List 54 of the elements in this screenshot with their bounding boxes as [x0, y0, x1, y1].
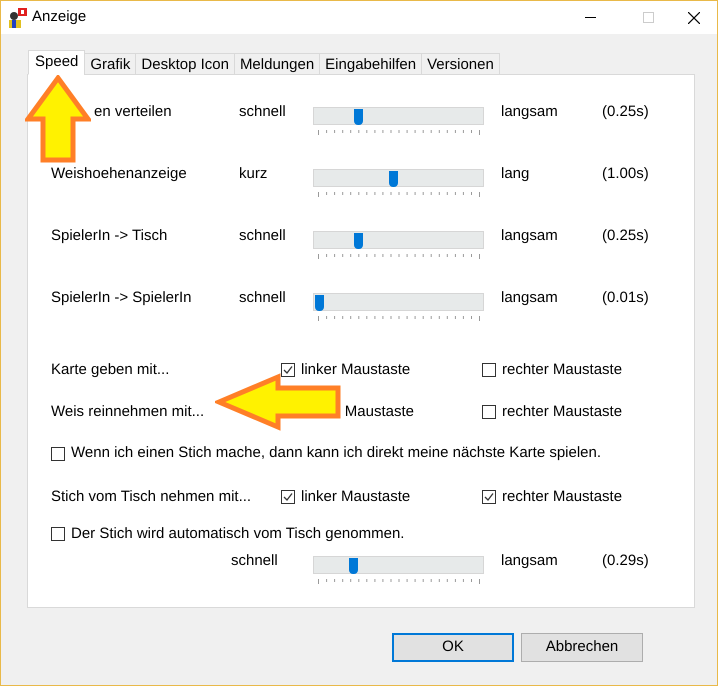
window-title: Anzeige	[32, 7, 86, 28]
setting-label: SpielerIn -> SpielerIn	[51, 288, 192, 308]
setting-label: SpielerIn -> Tisch	[51, 226, 168, 246]
minimize-icon	[584, 17, 596, 18]
slider-min-label: schnell	[239, 288, 286, 308]
setting-label: en verteilen	[94, 102, 172, 122]
option-label: rechter Maustaste	[502, 402, 622, 422]
slider-min-label: schnell	[231, 550, 278, 571]
slider-max-label: langsam	[501, 102, 558, 122]
slider-value: (0.01s)	[602, 288, 649, 308]
slider-min-label: schnell	[239, 102, 286, 122]
checkbox[interactable]	[482, 363, 496, 377]
tab[interactable]: Grafik	[84, 53, 136, 75]
option-label: linker Maustaste	[301, 360, 410, 380]
slider-min-label: schnell	[239, 226, 286, 246]
slider-value: (1.00s)	[602, 164, 649, 184]
setting-label: Stich vom Tisch nehmen mit...	[51, 488, 252, 505]
setting-label: Weis reinnehmen mit...	[51, 402, 204, 420]
slider-max-label: langsam	[501, 550, 558, 571]
checkbox[interactable]	[281, 363, 295, 377]
maximize-icon	[642, 12, 654, 23]
arrow-icon	[215, 373, 342, 431]
tab[interactable]: Eingabehilfen	[319, 53, 422, 75]
checkbox[interactable]	[51, 527, 65, 541]
arrow-icon	[25, 75, 91, 163]
slider-value: (0.25s)	[602, 102, 649, 122]
option-label: Der Stich wird automatisch vom Tisch genommen.	[71, 524, 404, 544]
dialog-button[interactable]: OK	[392, 633, 514, 662]
setting-label: Karte geben mit...	[51, 360, 170, 378]
checkbox[interactable]	[482, 405, 496, 419]
slider-max-label: lang	[501, 164, 530, 184]
dialog-button[interactable]: Abbrechen	[521, 633, 643, 662]
option-label: linker Maustaste	[301, 486, 410, 507]
slider-min-label: kurz	[239, 164, 268, 184]
app-icon	[6, 6, 28, 28]
option-label: rechter Maustaste	[502, 486, 622, 507]
tab[interactable]: Versionen	[421, 53, 500, 75]
option-label: rechter Maustaste	[502, 360, 622, 380]
slider-value: (0.25s)	[602, 226, 649, 246]
close-icon	[688, 12, 700, 24]
tab[interactable]: Speed	[28, 50, 86, 75]
tab[interactable]: Meldungen	[234, 53, 320, 75]
option-label: Maustaste	[344, 402, 414, 422]
checkbox[interactable]	[281, 490, 295, 504]
setting-label: Weishoehenanzeige	[51, 164, 187, 184]
tab[interactable]: Desktop Icon	[135, 53, 235, 75]
checkbox[interactable]	[482, 490, 496, 504]
slider-value: (0.29s)	[602, 550, 649, 571]
slider-thumb[interactable]	[315, 295, 324, 311]
checkbox[interactable]	[51, 446, 65, 460]
slider-thumb[interactable]	[389, 171, 398, 187]
option-label: Wenn ich einen Stich mache, dann kann ich direkt meine nächste Karte spielen.	[71, 443, 602, 464]
slider-max-label: langsam	[501, 226, 558, 246]
slider-max-label: langsam	[501, 288, 558, 308]
